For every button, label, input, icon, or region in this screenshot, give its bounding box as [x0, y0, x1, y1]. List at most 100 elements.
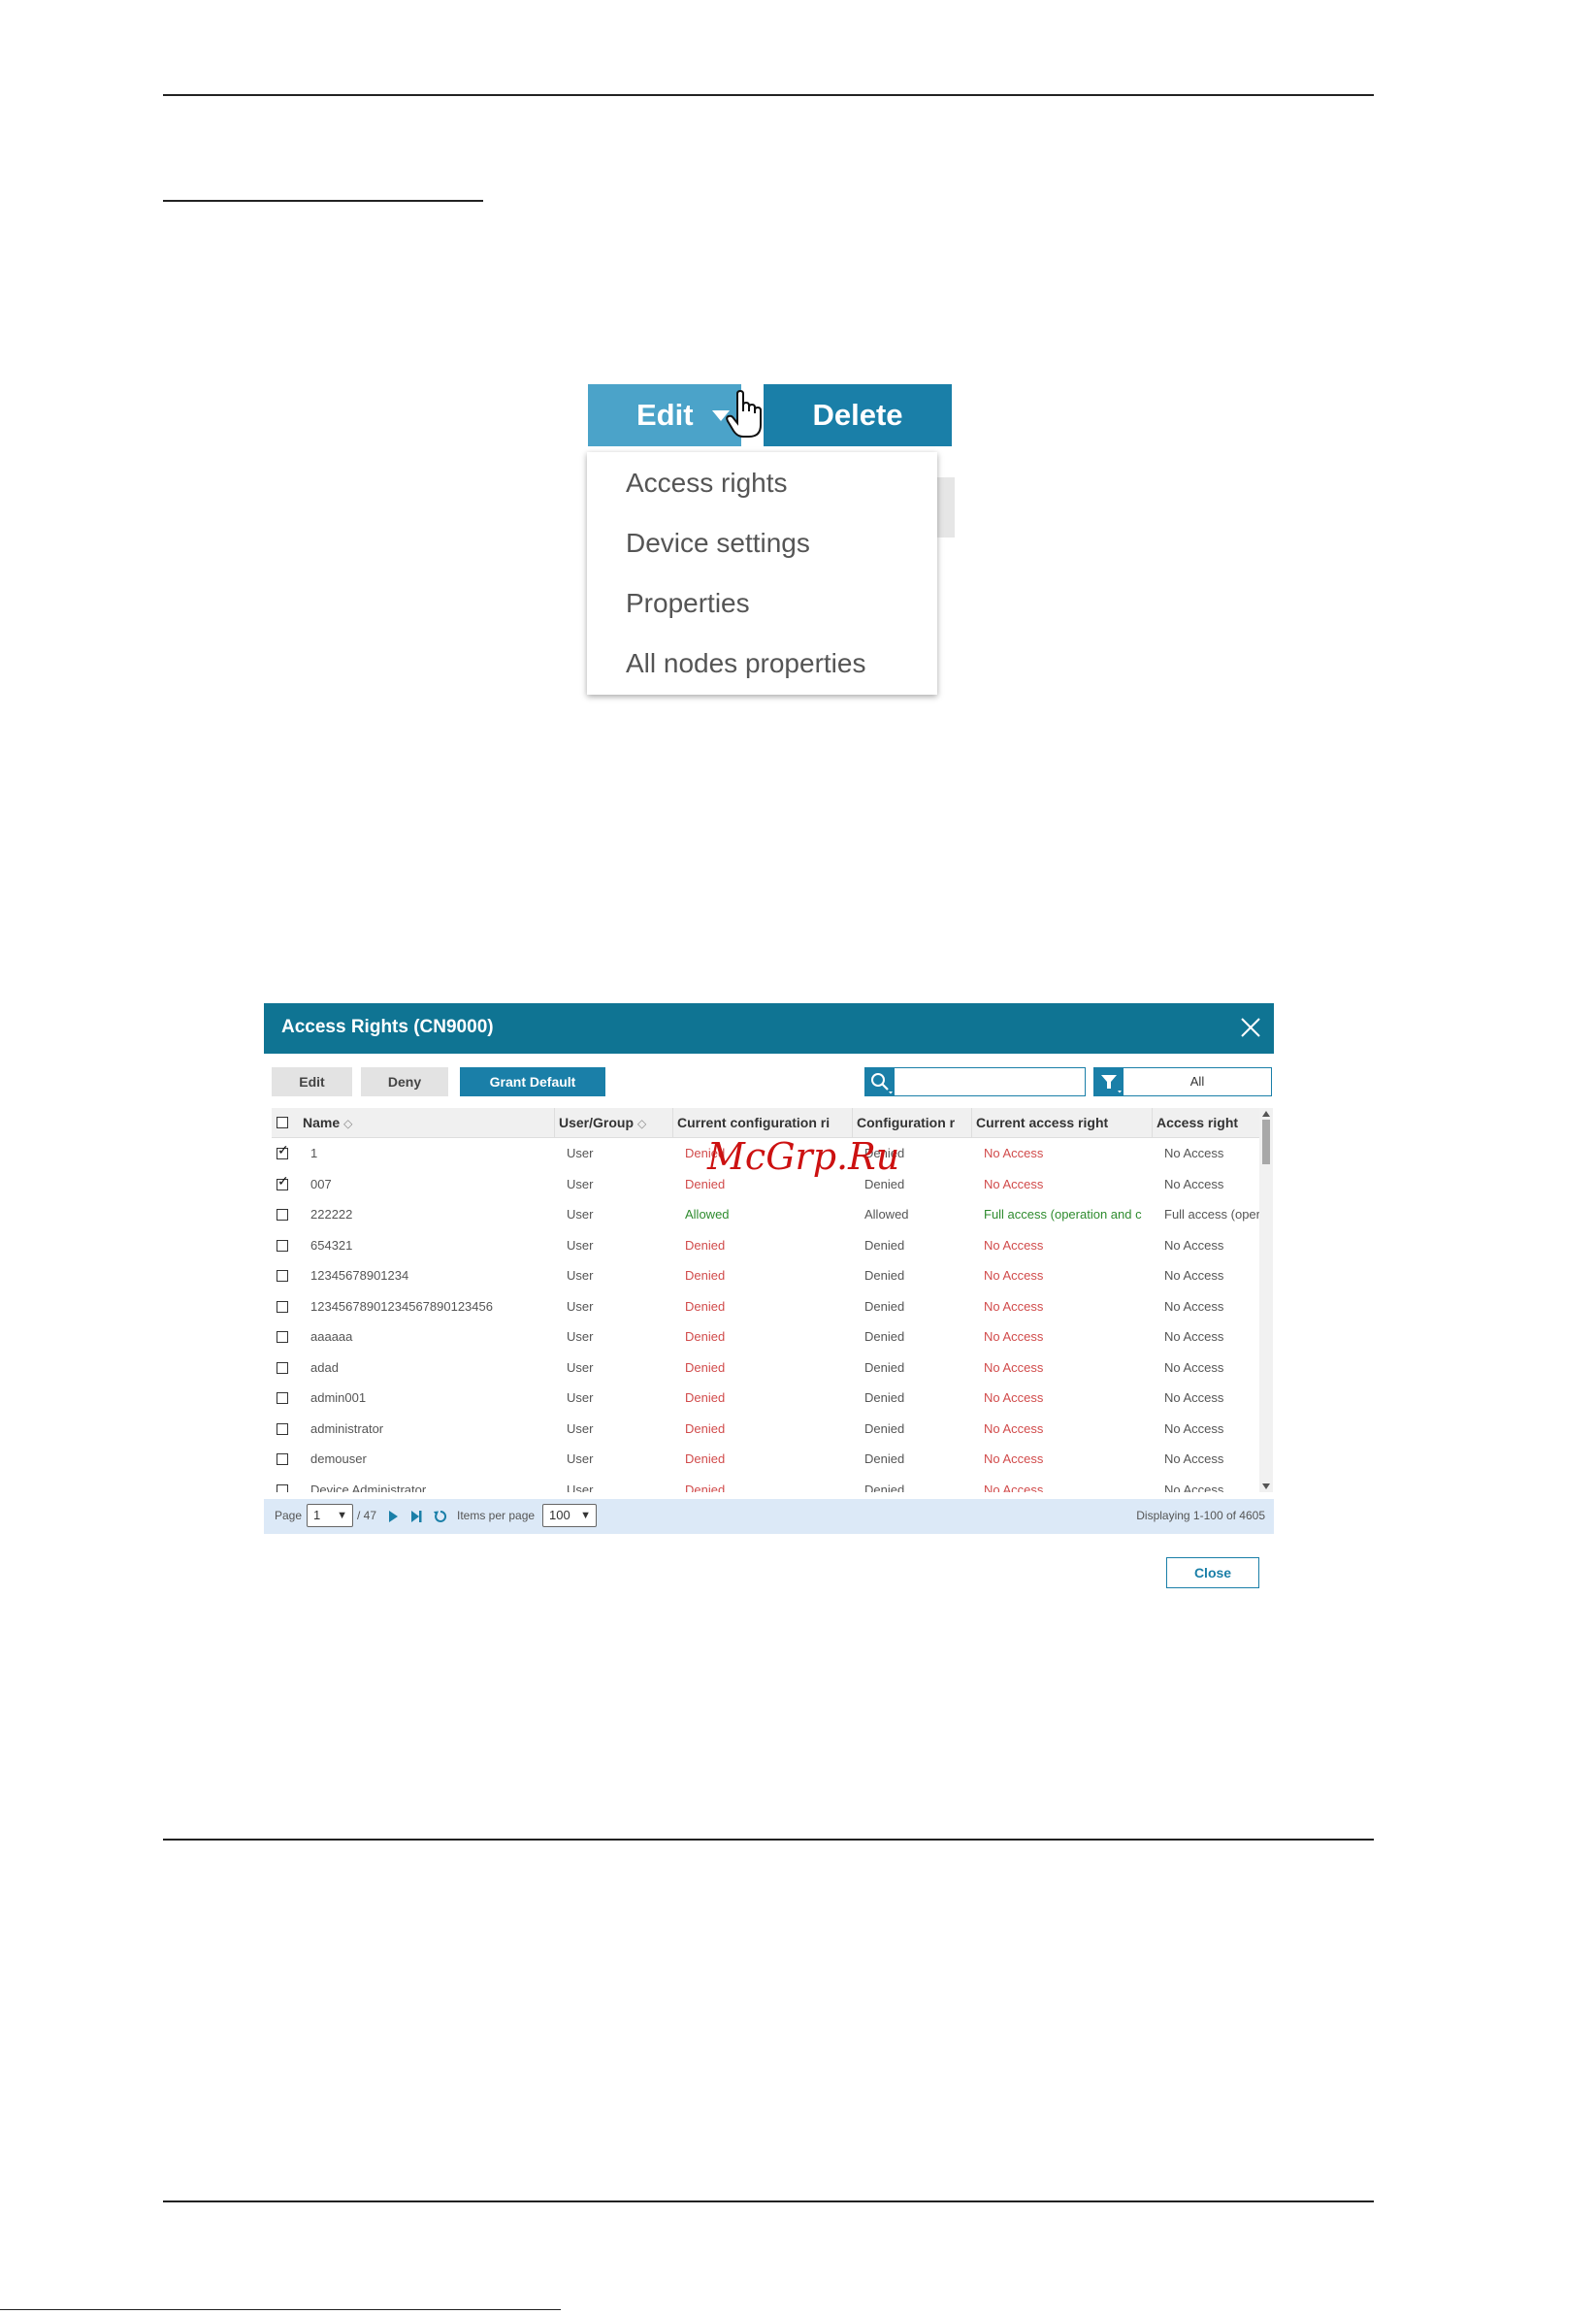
pagination-bar: Page 1 ▼ / 47 Items per page 100 ▼ Displ… — [264, 1499, 1274, 1534]
cell-cur-conf: Denied — [685, 1237, 726, 1253]
table-row[interactable]: demouser User Denied Denied No Access No Acce… — [272, 1444, 1252, 1474]
column-header-current-access-right[interactable]: Current access right — [972, 1108, 1153, 1137]
total-pages: / 47 — [357, 1509, 377, 1522]
row-checkbox[interactable] — [277, 1209, 288, 1221]
delete-button[interactable]: Delete — [764, 384, 952, 446]
row-checkbox[interactable] — [277, 1300, 288, 1313]
row-checkbox[interactable] — [277, 1453, 288, 1465]
cell-type: User — [567, 1237, 594, 1253]
background-row-strip — [937, 477, 955, 538]
cell-cur-access: No Access — [984, 1451, 1044, 1466]
cell-name: 1 — [310, 1146, 318, 1160]
table-row[interactable]: 12345678901234567890123456 User Denied Deni… — [272, 1291, 1252, 1321]
edit-button[interactable]: Edit — [588, 384, 741, 446]
grant-default-button[interactable]: Grant Default — [460, 1067, 605, 1096]
table-row[interactable]: administrator User Denied Denied No Access No… — [272, 1414, 1252, 1444]
filter-select[interactable]: All — [1093, 1067, 1272, 1096]
select-all-cell — [272, 1108, 299, 1137]
cell-access: No Access — [1164, 1237, 1224, 1253]
cell-conf: Allowed — [864, 1207, 909, 1222]
row-checkbox[interactable] — [277, 1270, 288, 1282]
cell-cur-access: No Access — [984, 1329, 1044, 1344]
edit-dropdown-menu: Access rights Device settings Properties… — [587, 452, 937, 695]
table-row[interactable]: admin001 User Denied Denied No Access No Acce… — [272, 1383, 1252, 1413]
middle-rule — [163, 1839, 1374, 1841]
items-per-page-select[interactable]: 100 ▼ — [542, 1504, 597, 1527]
column-header-user-group[interactable]: User/Group ◇ — [555, 1108, 673, 1137]
column-header-access-right[interactable]: Access right — [1153, 1108, 1264, 1137]
row-checkbox[interactable] — [277, 1331, 288, 1343]
menu-item-device-settings[interactable]: Device settings — [626, 528, 810, 559]
table-header: Name ◇ User/Group ◇ Current configuration … — [272, 1108, 1264, 1138]
cell-type: User — [567, 1482, 594, 1493]
menu-item-properties[interactable]: Properties — [626, 588, 750, 619]
cell-access: No Access — [1164, 1359, 1224, 1375]
cell-cur-conf: Denied — [685, 1298, 726, 1314]
cell-type: User — [567, 1207, 594, 1222]
cell-conf: Denied — [864, 1482, 905, 1493]
cell-cur-conf: Allowed — [685, 1207, 730, 1222]
column-header-configuration[interactable]: Configuration r — [853, 1108, 972, 1137]
row-checkbox[interactable] — [277, 1483, 288, 1492]
row-checkbox[interactable] — [277, 1392, 288, 1404]
next-page-icon[interactable] — [386, 1510, 400, 1523]
last-page-icon[interactable] — [409, 1510, 423, 1523]
sort-icon: ◇ — [637, 1117, 647, 1130]
cell-type: User — [567, 1390, 594, 1405]
vertical-scrollbar[interactable] — [1259, 1108, 1273, 1492]
column-header-name[interactable]: Name ◇ — [299, 1108, 555, 1137]
cell-cur-access: No Access — [984, 1390, 1044, 1405]
row-checkbox[interactable] — [277, 1239, 288, 1252]
column-header-current-configuration[interactable]: Current configuration ri — [673, 1108, 853, 1137]
table-row[interactable]: 12345678901234 User Denied Denied No Access N… — [272, 1260, 1252, 1290]
cell-conf: Denied — [864, 1268, 905, 1283]
cell-type: User — [567, 1451, 594, 1466]
table-row[interactable]: Device Administrator User Denied Denied No A… — [272, 1475, 1252, 1493]
cell-conf: Denied — [864, 1359, 905, 1375]
table-row[interactable]: adad User Denied Denied No Access No Access — [272, 1353, 1252, 1383]
cell-type: User — [567, 1146, 594, 1160]
cell-access: No Access — [1164, 1420, 1224, 1436]
cell-type: User — [567, 1329, 594, 1344]
cell-cur-access: No Access — [984, 1482, 1044, 1493]
page-select[interactable]: 1 ▼ — [307, 1504, 353, 1527]
table-row[interactable]: aaaaaa User Denied Denied No Access No Access — [272, 1321, 1252, 1352]
search-input[interactable] — [864, 1067, 1086, 1096]
cell-access: No Access — [1164, 1390, 1224, 1405]
edit-toolbar-button[interactable]: Edit — [272, 1067, 352, 1096]
deny-button[interactable]: Deny — [361, 1067, 448, 1096]
row-checkbox[interactable] — [277, 1422, 288, 1435]
column-label-user-group: User/Group — [559, 1115, 635, 1130]
cell-access: No Access — [1164, 1451, 1224, 1466]
cell-conf: Denied — [864, 1237, 905, 1253]
cell-type: User — [567, 1298, 594, 1314]
menu-item-all-nodes-properties[interactable]: All nodes properties — [626, 648, 865, 679]
heading-underline — [163, 200, 483, 202]
cell-cur-access: No Access — [984, 1298, 1044, 1314]
row-checkbox[interactable] — [277, 1361, 288, 1374]
row-checkbox[interactable]: ✓ — [277, 1143, 289, 1159]
column-label-name: Name — [303, 1115, 341, 1130]
top-rule — [163, 94, 1374, 96]
items-per-page-label: Items per page — [457, 1509, 536, 1522]
cell-name: 654321 — [310, 1237, 353, 1253]
cell-cur-conf: Denied — [685, 1329, 726, 1344]
cell-type: User — [567, 1359, 594, 1375]
cell-name: 222222 — [310, 1207, 353, 1222]
cell-cur-conf: Denied — [685, 1390, 726, 1405]
cell-access: No Access — [1164, 1268, 1224, 1283]
close-icon[interactable] — [1238, 1015, 1263, 1040]
cell-name: 007 — [310, 1176, 332, 1191]
row-checkbox[interactable]: ✓ — [277, 1174, 289, 1190]
cell-cur-conf: Denied — [685, 1359, 726, 1375]
refresh-icon[interactable] — [434, 1510, 447, 1523]
table-row[interactable]: 222222 User Allowed Allowed Full access (ope… — [272, 1199, 1261, 1229]
close-button[interactable]: Close — [1166, 1557, 1259, 1588]
select-all-checkbox[interactable] — [277, 1117, 288, 1128]
cell-cur-conf: Denied — [685, 1451, 726, 1466]
bottom-rule — [163, 2200, 1374, 2202]
access-rights-dialog: Access Rights (CN9000) Edit Deny Grant D… — [264, 1003, 1274, 1588]
watermark: McGrp.Ru — [707, 1135, 900, 1178]
menu-item-access-rights[interactable]: Access rights — [626, 468, 788, 499]
table-row[interactable]: 654321 User Denied Denied No Access No Access — [272, 1230, 1252, 1260]
